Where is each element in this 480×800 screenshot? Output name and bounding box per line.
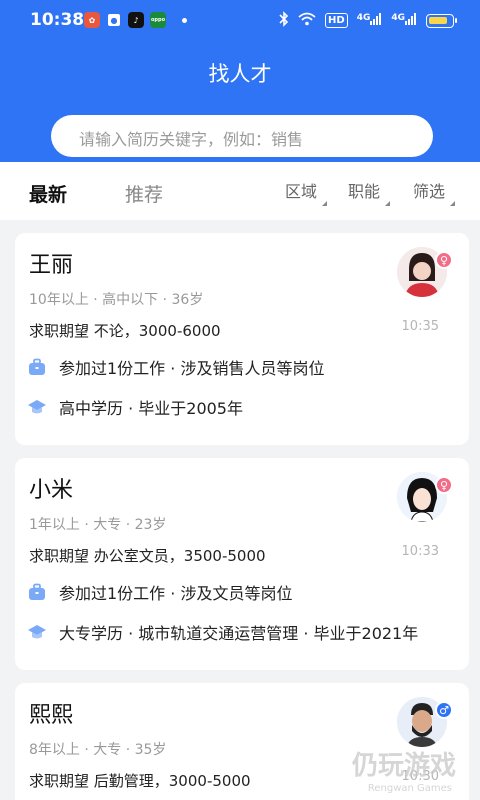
status-time: 10:38	[30, 10, 85, 30]
briefcase-icon	[29, 583, 45, 600]
wifi-icon	[298, 12, 316, 29]
graduation-cap-icon	[28, 400, 46, 414]
tab-filter-bar: 最新 推荐 区域 职能 筛选	[0, 162, 480, 220]
dropdown-triangle-icon	[385, 201, 391, 206]
graduation-cap-icon	[28, 625, 46, 639]
system-icons: HD 4G 4G	[279, 11, 457, 30]
update-time: 10:35	[401, 319, 439, 334]
resume-card[interactable]: 王丽 10年以上 · 高中以下 · 36岁 求职期望 不论，3000-6000 …	[15, 233, 469, 445]
work-experience-row: 参加过1份工作 · 涉及销售人员等岗位	[27, 355, 324, 379]
candidate-meta: 10年以上 · 高中以下 · 36岁	[29, 292, 204, 308]
work-experience-text: 参加过1份工作 · 涉及文员等岗位	[59, 584, 293, 603]
tab-recommended[interactable]: 推荐	[125, 180, 163, 207]
candidate-name: 熙熙	[29, 703, 74, 728]
candidate-name: 小米	[29, 478, 74, 503]
dropdown-triangle-icon	[322, 201, 328, 206]
education-text: 大专学历 · 城市轨道交通运营管理 · 毕业于2021年	[59, 624, 419, 643]
search-placeholder: 请输入简历关键字，例如：销售	[79, 130, 304, 149]
header-bar: 10:38 ✿ ● ♪ oppo HD 4G 4G 找人才 请输入简历关键字，例…	[0, 0, 480, 162]
resume-card[interactable]: 小米 1年以上 · 大专 · 23岁 求职期望 办公室文员，3500-5000 …	[15, 458, 469, 670]
dropdown-triangle-icon	[450, 201, 456, 206]
bluetooth-icon	[279, 11, 289, 30]
education-row: 大专学历 · 城市轨道交通运营管理 · 毕业于2021年	[27, 620, 418, 644]
app-icon-3: ♪	[128, 12, 144, 28]
battery-icon	[426, 13, 457, 28]
filter-function[interactable]: 职能	[348, 178, 391, 206]
status-bar: 10:38 ✿ ● ♪ oppo HD 4G 4G	[0, 0, 480, 40]
job-expectation: 求职期望 不论，3000-6000	[29, 322, 221, 340]
more-dot-icon	[182, 17, 187, 23]
female-icon: ♀	[435, 476, 453, 494]
app-icon-1: ✿	[84, 12, 100, 28]
tab-latest[interactable]: 最新	[29, 180, 67, 207]
briefcase-icon	[29, 358, 45, 375]
work-experience-row: 参加过1份工作 · 涉及文员等岗位	[27, 580, 292, 604]
filter-region[interactable]: 区域	[285, 178, 328, 206]
signal-icon-2: 4G	[391, 13, 417, 28]
education-text: 高中学历 · 毕业于2005年	[59, 399, 243, 418]
female-icon: ♀	[435, 251, 453, 269]
hd-icon: HD	[325, 13, 348, 28]
candidate-meta: 8年以上 · 大专 · 35岁	[29, 742, 167, 758]
app-icon-2: ●	[106, 12, 122, 28]
education-row: 高中学历 · 毕业于2005年	[27, 395, 243, 419]
oppo-icon: oppo	[150, 12, 166, 28]
job-expectation: 求职期望 后勤管理，3000-5000	[29, 772, 251, 790]
job-expectation: 求职期望 办公室文员，3500-5000	[29, 547, 266, 565]
male-icon: ♂	[435, 701, 453, 719]
candidate-meta: 1年以上 · 大专 · 23岁	[29, 517, 167, 533]
candidate-name: 王丽	[29, 253, 74, 278]
watermark-text: 仍玩游戏	[351, 751, 456, 781]
filter-more[interactable]: 筛选	[413, 178, 456, 206]
search-input[interactable]: 请输入简历关键字，例如：销售	[51, 115, 433, 157]
signal-icon-1: 4G	[357, 13, 383, 28]
update-time: 10:33	[401, 544, 439, 559]
work-experience-text: 参加过1份工作 · 涉及销售人员等岗位	[59, 359, 325, 378]
watermark-subtext: Rengwan Games	[367, 783, 452, 794]
notification-icons: ✿ ● ♪ oppo	[84, 12, 187, 28]
page-title: 找人才	[208, 62, 272, 86]
